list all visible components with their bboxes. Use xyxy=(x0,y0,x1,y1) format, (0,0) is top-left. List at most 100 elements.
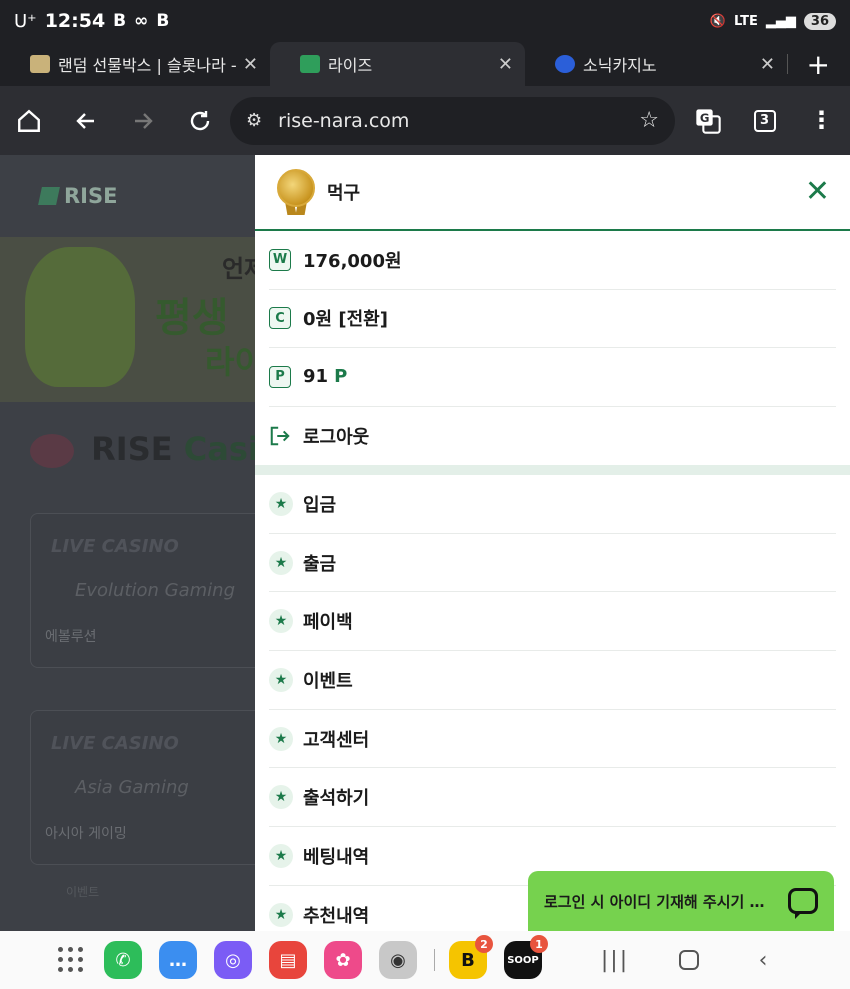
game-card-asia-gaming[interactable]: LIVE CASINO Asia Gaming 아시아 게이밍 xyxy=(30,710,270,865)
menu-item-attendance[interactable]: ★ 출석하기 xyxy=(269,768,836,828)
arrow-right-icon xyxy=(134,112,153,129)
tab-title: 랜덤 선물박스 | 슬롯나라 - 2 xyxy=(58,56,237,75)
menu-item-label: 페이백 xyxy=(303,612,353,634)
notification-link-icon: ∞ xyxy=(134,11,149,31)
gallery-app-icon[interactable]: ✿ xyxy=(324,941,362,979)
logout-icon xyxy=(269,425,291,447)
reload-icon xyxy=(190,110,209,130)
overflow-menu-button[interactable]: ⋮ xyxy=(793,92,850,150)
banner-character-image xyxy=(25,247,135,387)
section-divider xyxy=(255,465,850,475)
battery-indicator: 36 xyxy=(803,12,836,30)
back-button[interactable] xyxy=(57,92,114,150)
card-name: 에볼루션 xyxy=(45,629,97,645)
user-drawer: 먹구 ✕ W 176,000원 C 0원 [전환] P 91 P 로그아웃 ★ … xyxy=(255,155,850,931)
notification-b2-icon: B xyxy=(156,11,170,31)
sonic-favicon-icon xyxy=(555,55,575,73)
forward-button[interactable] xyxy=(114,92,171,150)
tab-title: 소닉카지노 xyxy=(583,56,657,75)
points-value: 91 xyxy=(303,366,329,388)
site-logo-text: RISE xyxy=(64,184,118,208)
back-nav-button[interactable]: ‹ xyxy=(733,940,793,980)
menu-item-label: 출금 xyxy=(303,553,337,575)
section-title-a: RISE xyxy=(91,430,173,468)
tab-switcher-button[interactable]: 3 xyxy=(736,92,793,150)
messages-app-icon[interactable]: … xyxy=(159,941,197,979)
reload-button[interactable] xyxy=(171,92,228,150)
camera-app-icon[interactable]: ◉ xyxy=(379,941,417,979)
network-label: LTE xyxy=(734,13,758,29)
notification-b-icon: B xyxy=(113,11,127,31)
notes-app-icon[interactable]: ▤ xyxy=(269,941,307,979)
tab-count: 3 xyxy=(753,109,776,132)
wallet-balance: 176,000원 xyxy=(303,250,402,272)
internet-app-icon[interactable]: ◎ xyxy=(214,941,252,979)
logout-label: 로그아웃 xyxy=(303,426,370,448)
star-icon: ★ xyxy=(269,902,293,927)
app-drawer-icon[interactable] xyxy=(58,947,84,973)
bottom-nav-label: 이벤트 xyxy=(66,884,100,899)
home-nav-button[interactable] xyxy=(659,940,719,980)
casino-balance[interactable]: 0원 [전환] xyxy=(303,305,388,331)
address-bar[interactable]: ⚙ rise-nara.com ☆ xyxy=(230,96,675,145)
card-brand: Evolution Gaming xyxy=(75,580,235,601)
menu-item-payback[interactable]: ★ 페이백 xyxy=(269,592,836,652)
game-card-evolution[interactable]: LIVE CASINO Evolution Gaming 에볼루션 xyxy=(30,513,270,668)
browser-toolbar: ⚙ rise-nara.com ☆ G 3 ⋮ xyxy=(0,86,850,155)
card-live-label: LIVE CASINO xyxy=(51,536,179,557)
home-button[interactable] xyxy=(0,92,57,150)
bookmark-star-icon[interactable]: ☆ xyxy=(639,108,659,133)
bottom-nav-event[interactable]: 이벤트 xyxy=(0,851,260,931)
translate-button[interactable]: G xyxy=(679,92,736,150)
soop-app-icon[interactable]: SOOP 1 xyxy=(504,935,548,979)
svg-text:G: G xyxy=(699,111,709,125)
close-tab-icon[interactable]: ✕ xyxy=(760,54,775,75)
menu-item-label: 베팅내역 xyxy=(303,846,370,868)
notification-badge: 1 xyxy=(530,935,548,953)
clock: 12:54 xyxy=(44,10,106,32)
menu-item-event[interactable]: ★ 이벤트 xyxy=(269,651,836,710)
new-tab-button[interactable]: + xyxy=(807,42,830,86)
logout-button[interactable]: 로그아웃 xyxy=(269,407,836,466)
chat-toast[interactable]: 로그인 시 아이디 기재해 주시기 … xyxy=(528,871,834,931)
menu-item-withdraw[interactable]: ★ 출금 xyxy=(269,534,836,593)
chat-icon[interactable] xyxy=(788,888,818,919)
star-icon: ★ xyxy=(269,491,293,516)
home-icon xyxy=(17,109,40,132)
status-right: 🔇 LTE ▂▄▆ 36 xyxy=(709,12,836,30)
status-bar: U⁺ 12:54 B ∞ B 🔇 LTE ▂▄▆ 36 xyxy=(0,0,850,42)
site-settings-icon[interactable]: ⚙ xyxy=(246,110,262,131)
tab-slotnara[interactable]: 랜덤 선물박스 | 슬롯나라 - 2 ✕ xyxy=(0,42,270,86)
tab-sonic-casino[interactable]: 소닉카지노 ✕ xyxy=(525,42,787,86)
wallet-balance-row: W 176,000원 xyxy=(269,231,836,290)
menu-item-label: 이벤트 xyxy=(303,670,353,692)
phone-app-icon[interactable]: ✆ xyxy=(104,941,142,979)
points-unit: P xyxy=(334,366,348,388)
section-title: RISE Casin xyxy=(30,430,282,468)
points-icon: P xyxy=(269,365,291,388)
drawer-header: 먹구 ✕ xyxy=(255,155,850,231)
tab-rise[interactable]: 라이즈 ✕ xyxy=(270,42,525,86)
b-app-icon[interactable]: B2 xyxy=(449,935,493,979)
system-taskbar: ✆ … ◎ ▤ ✿ ◉ B2 SOOP 1 ||| ‹ xyxy=(0,931,850,989)
tab-title: 라이즈 xyxy=(328,56,373,75)
casino-balance-row[interactable]: C 0원 [전환] xyxy=(269,290,836,348)
translate-icon: G xyxy=(695,108,721,134)
close-tab-icon[interactable]: ✕ xyxy=(243,54,258,75)
tab-strip: 랜덤 선물박스 | 슬롯나라 - 2 ✕ 라이즈 ✕ 소닉카지노 ✕ + xyxy=(0,42,850,86)
recents-button[interactable]: ||| xyxy=(585,940,645,980)
star-icon: ★ xyxy=(269,785,293,810)
menu-item-customer-center[interactable]: ★ 고객센터 xyxy=(269,710,836,769)
url-text[interactable]: rise-nara.com xyxy=(278,110,639,132)
rise-logo-icon xyxy=(38,187,60,205)
close-drawer-button[interactable]: ✕ xyxy=(805,177,830,207)
star-icon: ★ xyxy=(269,843,293,868)
slotnara-favicon-icon xyxy=(30,55,50,73)
wallet-icon: W xyxy=(269,248,291,271)
close-tab-icon[interactable]: ✕ xyxy=(498,54,513,75)
menu-item-deposit[interactable]: ★ 입금 xyxy=(269,475,836,534)
mute-icon: 🔇 xyxy=(709,13,727,29)
home-circle-icon xyxy=(679,950,699,970)
casino-icon: C xyxy=(269,307,291,330)
chips-icon xyxy=(30,434,74,468)
